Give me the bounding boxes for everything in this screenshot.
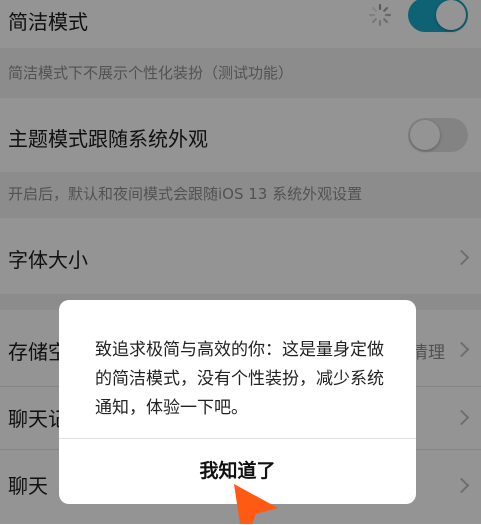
pointer-arrow-icon bbox=[234, 484, 278, 524]
simple-mode-dialog: 致追求极简与高效的你：这是量身定做的简洁模式，没有个性装扮，减少系统通知，体验一… bbox=[59, 300, 416, 504]
dialog-message: 致追求极简与高效的你：这是量身定做的简洁模式，没有个性装扮，减少系统通知，体验一… bbox=[95, 340, 384, 418]
